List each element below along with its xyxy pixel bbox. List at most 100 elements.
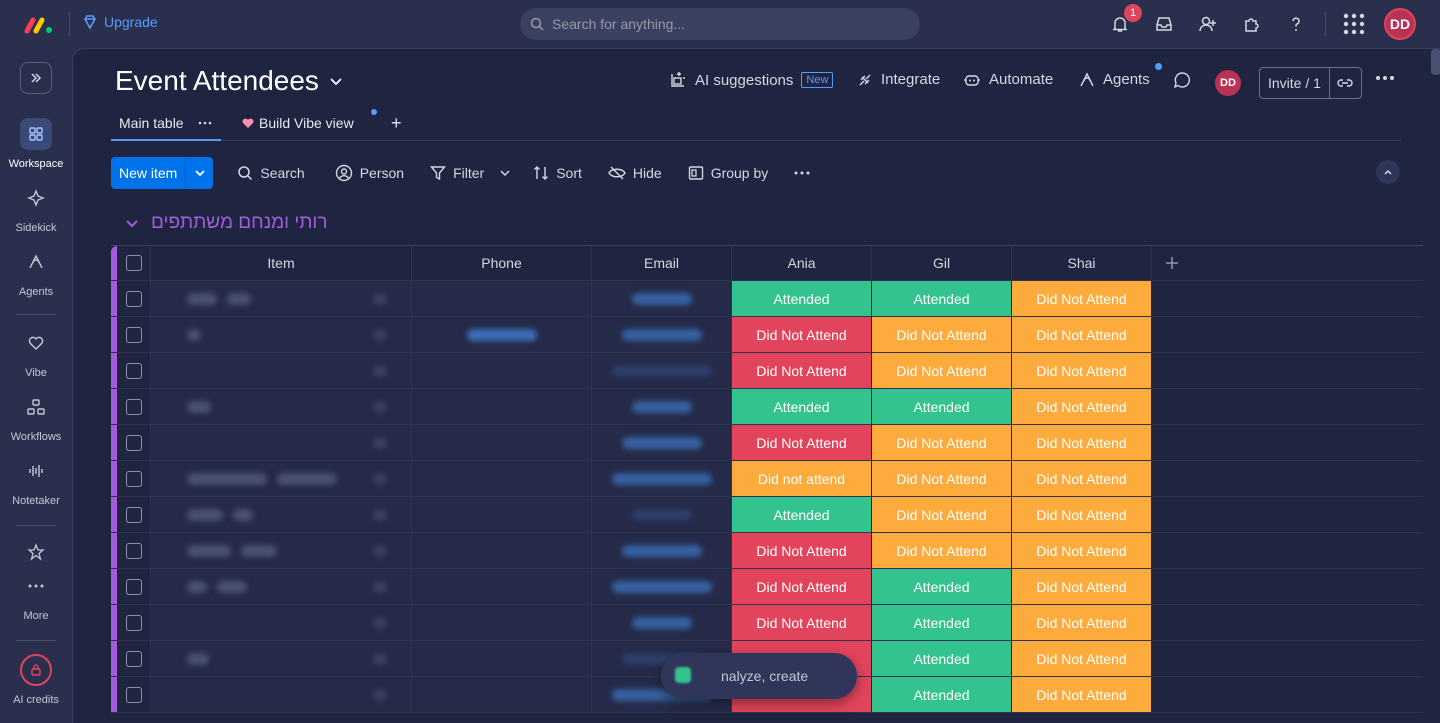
status-cell-ania[interactable]: Did Not Attend — [732, 533, 872, 568]
favorites-button[interactable] — [0, 536, 72, 568]
status-cell-ania[interactable]: Did Not Attend — [732, 317, 872, 352]
product-switcher-button[interactable] — [1342, 12, 1366, 36]
item-cell[interactable] — [151, 353, 412, 388]
inbox-button[interactable] — [1152, 12, 1176, 36]
collapse-header-button[interactable] — [1376, 160, 1400, 184]
ai-suggestions-button[interactable]: AI suggestions New — [669, 71, 834, 89]
status-cell-gil[interactable]: Did Not Attend — [872, 317, 1012, 352]
item-cell[interactable] — [151, 605, 412, 640]
item-cell[interactable] — [151, 497, 412, 532]
status-cell-ania[interactable]: Did Not Attend — [732, 569, 872, 604]
invite-button[interactable]: Invite / 1 — [1260, 68, 1330, 98]
row-checkbox[interactable] — [125, 290, 142, 307]
phone-cell[interactable] — [412, 605, 592, 640]
item-cell[interactable] — [151, 569, 412, 604]
email-cell[interactable] — [592, 425, 732, 460]
chevron-down-icon[interactable] — [125, 216, 139, 230]
status-cell-shai[interactable]: Did Not Attend — [1012, 641, 1152, 676]
board-menu-button[interactable] — [1375, 75, 1395, 81]
sort-button[interactable]: Sort — [533, 165, 582, 181]
email-cell[interactable] — [592, 281, 732, 316]
item-cell[interactable] — [151, 389, 412, 424]
phone-cell[interactable] — [412, 425, 592, 460]
item-cell[interactable] — [151, 461, 412, 496]
email-cell[interactable] — [592, 461, 732, 496]
email-cell[interactable] — [592, 569, 732, 604]
email-cell[interactable] — [592, 353, 732, 388]
board-title[interactable]: Event Attendees — [115, 65, 343, 97]
row-checkbox[interactable] — [125, 326, 142, 343]
add-view-button[interactable]: + — [391, 113, 402, 134]
column-header-item[interactable]: Item — [151, 246, 412, 280]
status-cell-shai[interactable]: Did Not Attend — [1012, 353, 1152, 388]
phone-cell[interactable] — [412, 317, 592, 352]
status-cell-gil[interactable]: Attended — [872, 605, 1012, 640]
row-checkbox[interactable] — [125, 686, 142, 703]
monday-logo[interactable] — [24, 12, 54, 36]
sidebar-item-workspace[interactable]: Workspace — [0, 118, 72, 170]
row-checkbox[interactable] — [125, 578, 142, 595]
status-cell-shai[interactable]: Did Not Attend — [1012, 569, 1152, 604]
updates-button[interactable] — [1173, 71, 1191, 89]
item-cell[interactable] — [151, 641, 412, 676]
apps-marketplace-button[interactable] — [1240, 12, 1264, 36]
new-item-button[interactable]: New item — [111, 157, 187, 189]
phone-cell[interactable] — [412, 533, 592, 568]
row-checkbox[interactable] — [125, 542, 142, 559]
group-title[interactable]: רותי ומנחם משתתפים — [151, 212, 328, 234]
status-cell-gil[interactable]: Did Not Attend — [872, 353, 1012, 388]
status-cell-shai[interactable]: Did Not Attend — [1012, 461, 1152, 496]
table-row[interactable]: Attended Attended Did Not Attend — [111, 389, 1423, 425]
invite-members-button[interactable] — [1196, 12, 1220, 36]
status-cell-shai[interactable]: Did Not Attend — [1012, 497, 1152, 532]
sidebar-item-agents[interactable]: Agents — [0, 246, 72, 298]
table-row[interactable]: Did Not Attend Attended Did Not Attend — [111, 569, 1423, 605]
column-header-shai[interactable]: Shai — [1012, 246, 1152, 280]
sidebar-item-notetaker[interactable]: Notetaker — [0, 455, 72, 507]
agents-button[interactable]: Agents — [1079, 71, 1150, 88]
upgrade-button[interactable]: Upgrade — [82, 14, 158, 30]
chevron-down-icon[interactable] — [499, 167, 511, 179]
group-header[interactable]: רותי ומנחם משתתפים — [125, 212, 328, 234]
status-cell-ania[interactable]: Did not attend — [732, 461, 872, 496]
search-input[interactable] — [552, 16, 892, 32]
sidebar-item-sidekick[interactable]: Sidekick — [0, 182, 72, 234]
email-cell[interactable] — [592, 497, 732, 532]
status-cell-shai[interactable]: Did Not Attend — [1012, 425, 1152, 460]
phone-cell[interactable] — [412, 389, 592, 424]
status-cell-gil[interactable]: Attended — [872, 569, 1012, 604]
sidebar-item-vibe[interactable]: Vibe — [0, 327, 72, 379]
row-checkbox[interactable] — [125, 506, 142, 523]
status-cell-gil[interactable]: Did Not Attend — [872, 533, 1012, 568]
phone-cell[interactable] — [412, 569, 592, 604]
email-cell[interactable] — [592, 605, 732, 640]
status-cell-ania[interactable]: Attended — [732, 281, 872, 316]
column-header-email[interactable]: Email — [592, 246, 732, 280]
item-cell[interactable] — [151, 317, 412, 352]
phone-cell[interactable] — [412, 461, 592, 496]
user-avatar[interactable]: DD — [1384, 8, 1416, 40]
status-cell-gil[interactable]: Attended — [872, 281, 1012, 316]
new-item-dropdown-button[interactable] — [186, 157, 213, 189]
table-row[interactable]: Attended Did Not Attend Did Not Attend — [111, 497, 1423, 533]
phone-cell[interactable] — [412, 497, 592, 532]
email-cell[interactable] — [592, 317, 732, 352]
copy-link-button[interactable] — [1330, 68, 1361, 98]
group-by-button[interactable]: Group by — [688, 165, 768, 181]
table-row[interactable]: Attended Attended Did Not Attend — [111, 281, 1423, 317]
row-checkbox[interactable] — [125, 650, 142, 667]
item-cell[interactable] — [151, 677, 412, 712]
row-checkbox[interactable] — [125, 434, 142, 451]
integrate-button[interactable]: Integrate — [857, 71, 940, 88]
status-cell-gil[interactable]: Did Not Attend — [872, 461, 1012, 496]
row-checkbox[interactable] — [125, 470, 142, 487]
column-header-gil[interactable]: Gil — [872, 246, 1012, 280]
status-cell-gil[interactable]: Attended — [872, 677, 1012, 712]
ai-assistant-pill[interactable]: nalyze, create — [661, 653, 857, 699]
tab-build-vibe-view[interactable]: Build Vibe view — [241, 115, 354, 131]
more-icon[interactable] — [198, 121, 212, 125]
item-cell[interactable] — [151, 533, 412, 568]
status-cell-shai[interactable]: Did Not Attend — [1012, 533, 1152, 568]
filter-button[interactable]: Filter — [430, 165, 511, 181]
status-cell-ania[interactable]: Did Not Attend — [732, 425, 872, 460]
